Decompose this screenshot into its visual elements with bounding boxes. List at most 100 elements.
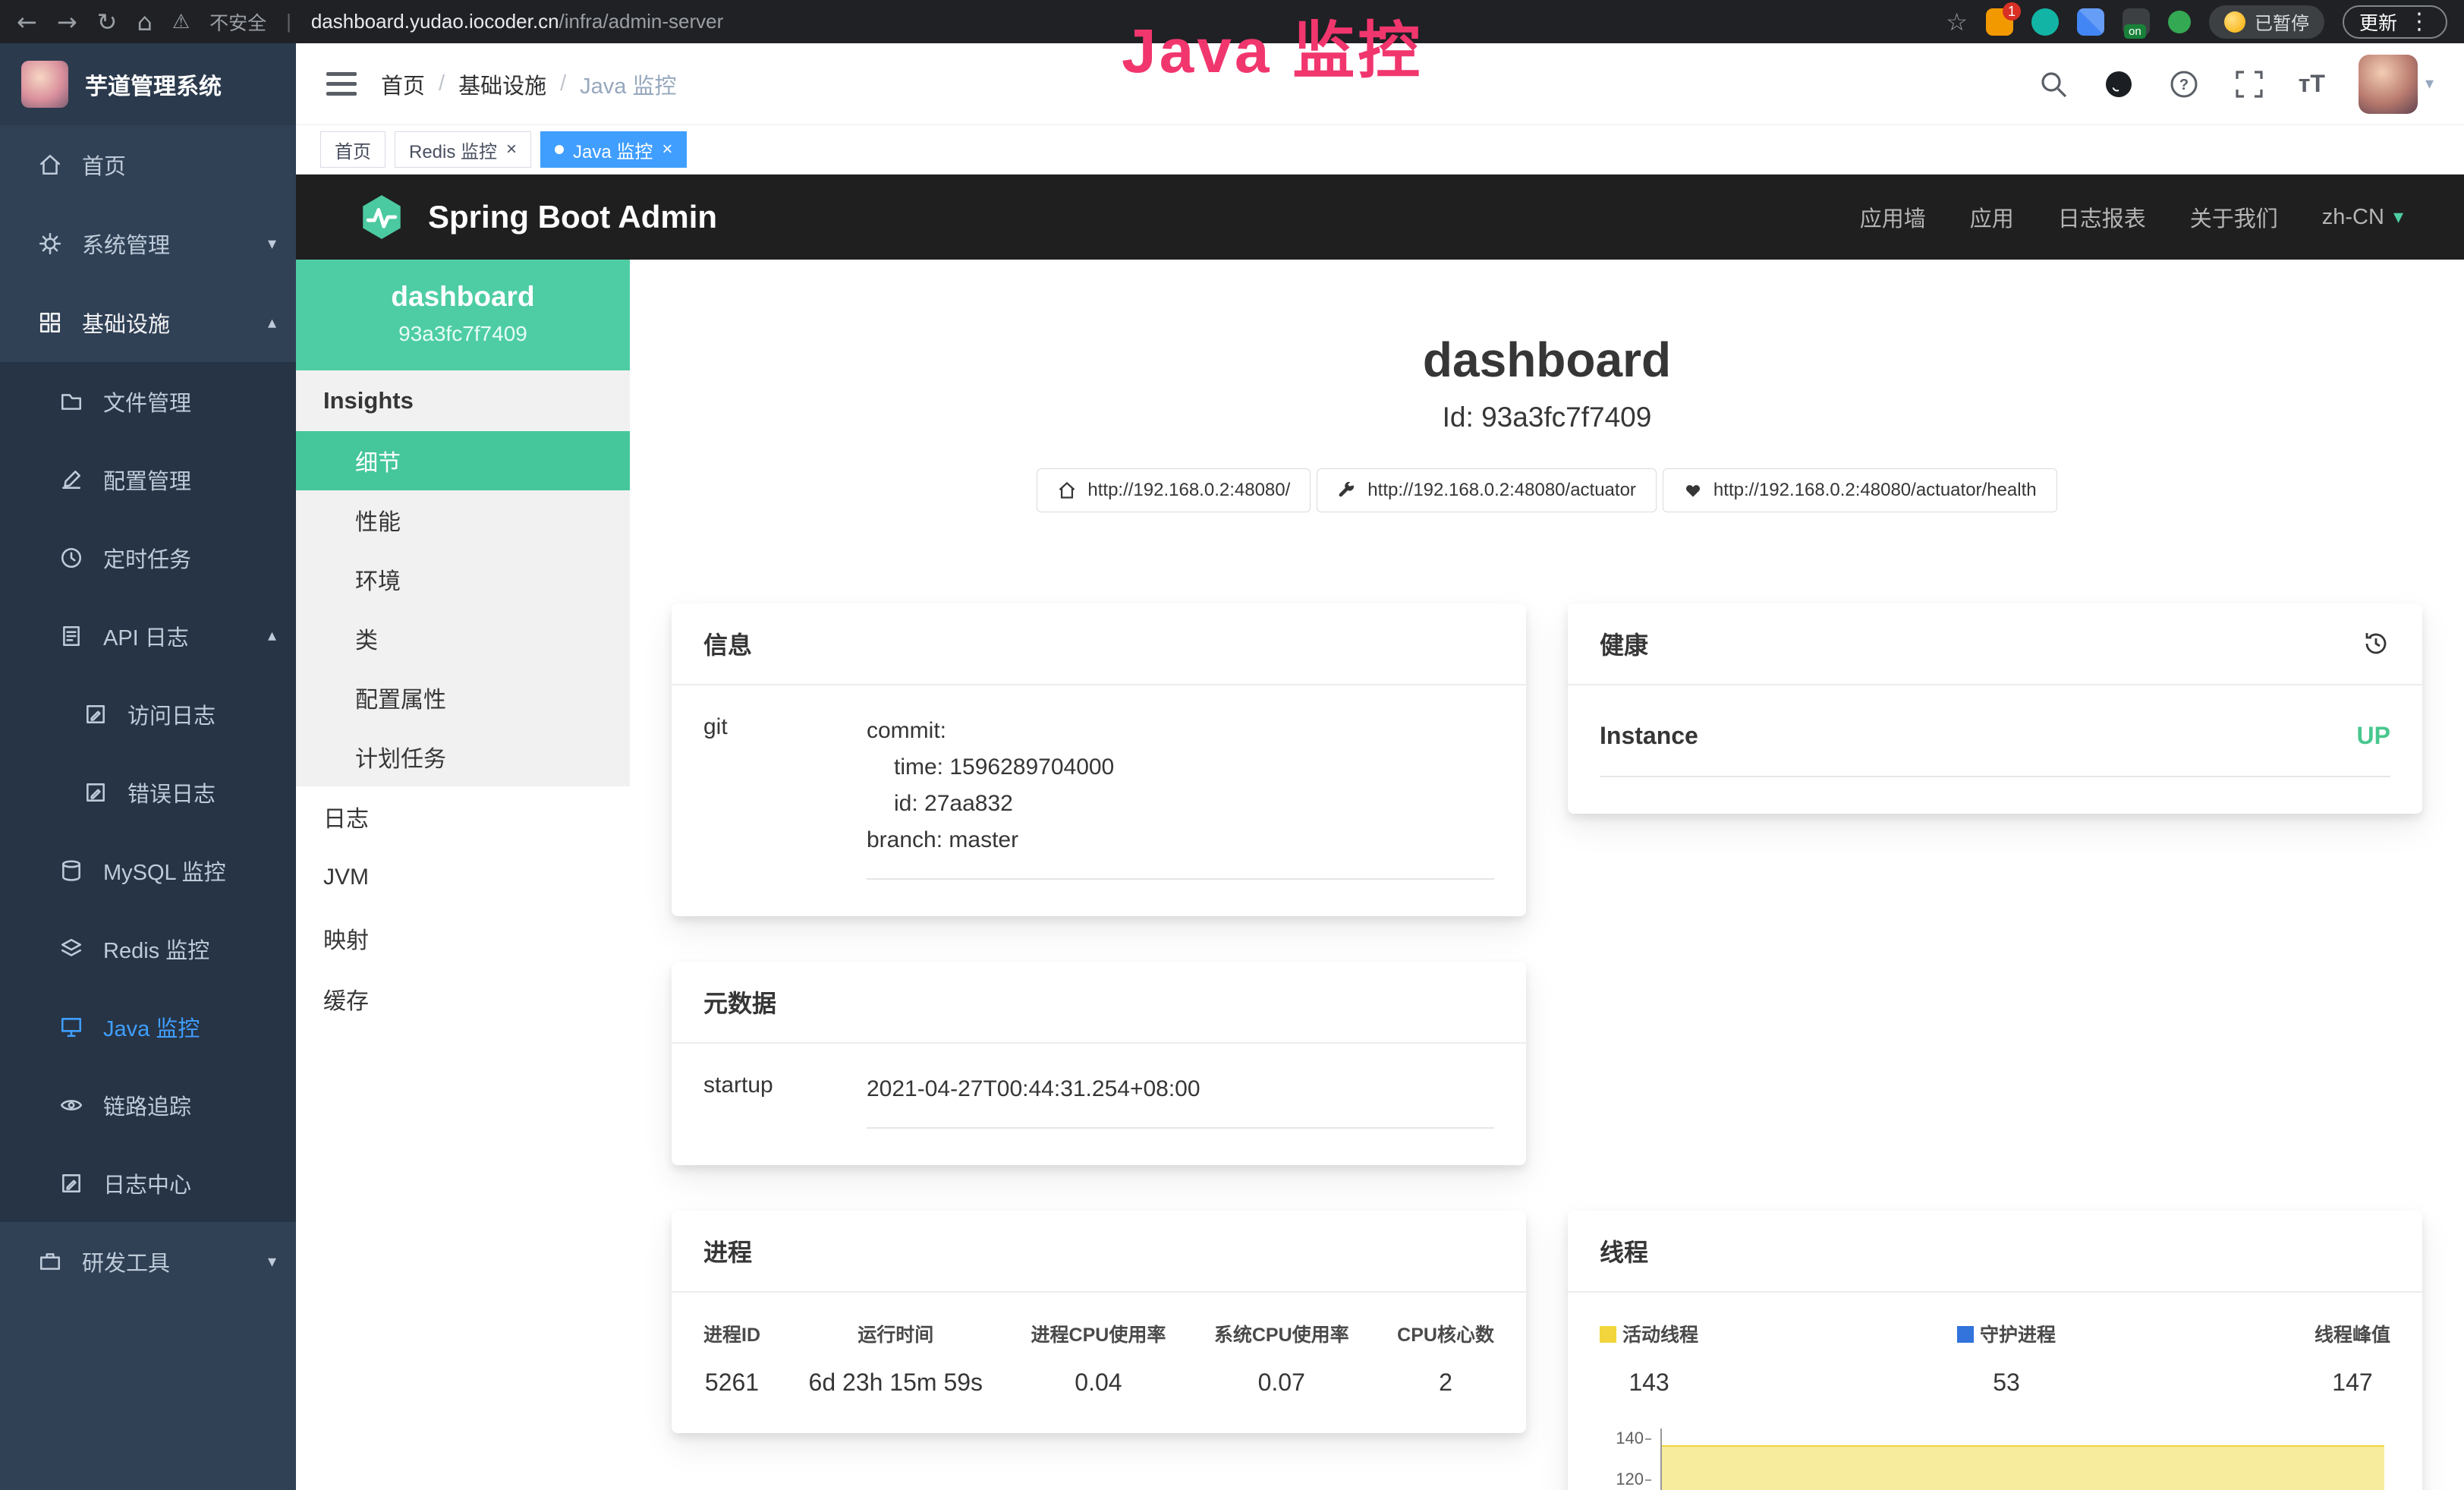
hamburger-icon[interactable] [326, 72, 357, 96]
sidebar-item-mappings[interactable]: 映射 [296, 908, 630, 969]
tab-redis-monitor[interactable]: Redis 监控 × [395, 131, 531, 168]
smiley-icon [2224, 11, 2245, 33]
tab-close-icon[interactable]: × [662, 140, 672, 159]
github-icon[interactable] [2103, 68, 2135, 100]
git-commit-label: commit: [867, 713, 1494, 749]
instance-name: dashboard [304, 281, 622, 313]
breadcrumb-item[interactable]: 首页 [381, 68, 425, 100]
extension-icon[interactable] [2168, 11, 2191, 33]
sidebar-item-system[interactable]: 系统管理 ▾ [0, 204, 296, 283]
paused-badge[interactable]: 已暂停 [2209, 5, 2324, 39]
process-table: 进程ID 5261 运行时间 6d 23h 15m 59s 进程CPU使用率 [703, 1320, 1494, 1397]
extension-icon[interactable] [2077, 8, 2104, 36]
threads-legend-item: 活动线程 143 [1600, 1320, 1698, 1397]
metadata-card-title: 元数据 [703, 984, 776, 1019]
sba-nav-about[interactable]: 关于我们 [2190, 201, 2278, 233]
tab-home[interactable]: 首页 [320, 131, 385, 168]
tab-close-icon[interactable]: × [506, 140, 517, 159]
reload-icon[interactable]: ↻ [97, 10, 118, 34]
legend-value: 143 [1600, 1369, 1698, 1397]
sidebar-item-access-logs[interactable]: 访问日志 [0, 675, 296, 753]
history-icon[interactable] [2362, 629, 2390, 658]
sidebar-item-caches[interactable]: 缓存 [296, 969, 630, 1029]
sidebar-item-tracing[interactable]: 链路追踪 [0, 1066, 296, 1144]
font-size-icon[interactable]: тT [2299, 70, 2325, 98]
insight-item-classes[interactable]: 类 [296, 609, 630, 668]
sidebar-item-redis-monitor[interactable]: Redis 监控 [0, 909, 296, 988]
tab-java-monitor[interactable]: Java 监控 × [540, 131, 687, 168]
insight-item-metrics[interactable]: 性能 [296, 490, 630, 550]
avatar [2359, 55, 2418, 114]
sba-nav-wallboard[interactable]: 应用墙 [1860, 201, 1926, 233]
sba-navbar: Spring Boot Admin 应用墙 应用 日志报表 关于我们 zh-CN… [296, 175, 2464, 260]
sba-nav-applications[interactable]: 应用 [1970, 201, 2014, 233]
sidebar-item-log-center[interactable]: 日志中心 [0, 1144, 296, 1222]
tab-label: Java 监控 [573, 137, 653, 163]
insight-item-scheduled-tasks[interactable]: 计划任务 [296, 727, 630, 786]
sba-nav-journal[interactable]: 日志报表 [2058, 201, 2146, 233]
locale-selector[interactable]: zh-CN ▾ [2322, 205, 2403, 230]
update-button[interactable]: 更新 ⋮ [2343, 5, 2447, 39]
column-header: 系统CPU使用率 [1214, 1320, 1349, 1347]
legend-value: 53 [1957, 1369, 2056, 1397]
sidebar-item-error-logs[interactable]: 错误日志 [0, 753, 296, 831]
info-card-header: 信息 [672, 603, 1526, 685]
breadcrumb-item[interactable]: 基础设施 [458, 68, 546, 100]
infrastructure-icon [38, 310, 62, 335]
sidebar-item-api-logs[interactable]: API 日志 ▴ [0, 597, 296, 675]
bookmark-star-icon[interactable]: ☆ [1946, 10, 1968, 34]
sidebar-item-dev-tools[interactable]: 研发工具 ▾ [0, 1222, 296, 1301]
instance-header: dashboard 93a3fc7f7409 [296, 260, 630, 370]
url-domain: dashboard.yudao.iocoder.cn [311, 10, 559, 33]
sidebar-item-logs[interactable]: 日志 [296, 786, 630, 847]
info-card-title: 信息 [703, 626, 752, 661]
page-subtitle: Id: 93a3fc7f7409 [630, 402, 2464, 433]
daemon-threads-swatch [1957, 1326, 1974, 1343]
breadcrumb-separator: / [439, 71, 445, 96]
threads-card: 线程 活动线程 143 守护进程 [1568, 1211, 2422, 1490]
sidebar-item-mysql-monitor[interactable]: MySQL 监控 [0, 831, 296, 909]
security-label: 不安全 [209, 8, 266, 36]
document-icon [59, 624, 83, 648]
health-url: http://192.168.0.2:48080/actuator/health [1713, 480, 2037, 501]
fullscreen-icon[interactable] [2233, 68, 2265, 100]
column-header: 运行时间 [809, 1320, 983, 1347]
sidebar-item-infrastructure[interactable]: 基础设施 ▴ [0, 283, 296, 362]
actuator-url-button[interactable]: http://192.168.0.2:48080/actuator [1317, 468, 1657, 512]
service-url-button[interactable]: http://192.168.0.2:48080/ [1037, 468, 1311, 512]
health-url-button[interactable]: http://192.168.0.2:48080/actuator/health [1663, 468, 2057, 512]
sidebar-item-file-management[interactable]: 文件管理 [0, 362, 296, 440]
sidebar-item-scheduled-jobs[interactable]: 定时任务 [0, 518, 296, 597]
screen: ← → ↻ ⌂ ⚠ 不安全 | dashboard.yudao.iocoder.… [0, 0, 2464, 1490]
threads-legend-item: 守护进程 53 [1957, 1320, 2056, 1397]
column-value: 0.07 [1214, 1369, 1349, 1397]
back-icon[interactable]: ← [17, 10, 37, 34]
page-title: dashboard [630, 332, 2464, 388]
insight-item-environment[interactable]: 环境 [296, 550, 630, 609]
extension-icon[interactable]: 1 [1986, 8, 2013, 36]
insight-item-config-props[interactable]: 配置属性 [296, 668, 630, 727]
forward-icon[interactable]: → [57, 10, 77, 34]
edit-icon [59, 468, 83, 492]
address-bar[interactable]: dashboard.yudao.iocoder.cn/infra/admin-s… [311, 10, 723, 33]
layers-icon [59, 937, 83, 961]
caret-down-icon: ▾ [2425, 74, 2434, 93]
health-card: 健康 Instance UP [1568, 603, 2422, 814]
sidebar-item-jvm[interactable]: JVM [296, 847, 630, 908]
extension-icon[interactable] [2031, 8, 2059, 36]
folder-icon [59, 389, 83, 414]
sidebar-item-config-management[interactable]: 配置管理 [0, 440, 296, 518]
user-menu[interactable]: ▾ [2359, 55, 2434, 114]
search-icon[interactable] [2038, 68, 2069, 100]
browser-menu-icon[interactable]: ⋮ [2408, 8, 2431, 35]
url-path: /infra/admin-server [559, 10, 724, 33]
extension-icon[interactable]: on [2123, 8, 2150, 36]
help-icon[interactable]: ? [2168, 68, 2200, 100]
chevron-up-icon: ▴ [268, 313, 276, 332]
insights-section-title: Insights [296, 370, 630, 431]
home-icon[interactable]: ⌂ [137, 10, 152, 34]
sidebar-item-java-monitor[interactable]: Java 监控 [0, 988, 296, 1066]
sidebar-item-home[interactable]: 首页 [0, 125, 296, 204]
threads-legend-item: 线程峰值 147 [2315, 1320, 2390, 1397]
insight-item-details[interactable]: 细节 [296, 431, 630, 490]
